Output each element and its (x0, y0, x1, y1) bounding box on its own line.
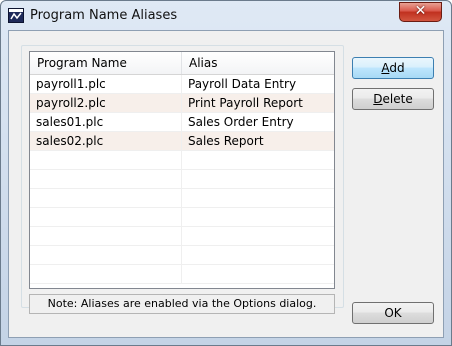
close-button[interactable]: ✕ (399, 2, 442, 22)
program-name-cell: sales02.plc (30, 132, 182, 151)
add-button-label-suffix: dd (389, 61, 405, 75)
app-window-icon (8, 8, 24, 23)
table-row[interactable]: sales02.plc Sales Report (30, 132, 334, 151)
title-bar[interactable]: Program Name Aliases ✕ (1, 1, 451, 31)
alias-cell (182, 246, 334, 265)
ok-button[interactable]: OK (352, 302, 434, 324)
alias-cell (182, 265, 334, 284)
alias-list[interactable]: Program Name Alias payroll1.plc Payroll … (29, 51, 335, 289)
empty-row (30, 208, 334, 227)
program-name-cell (30, 227, 182, 246)
alias-cell (182, 227, 334, 246)
add-button[interactable]: Add (352, 57, 434, 79)
alias-cell: Sales Report (188, 134, 264, 148)
empty-row (30, 189, 334, 208)
close-icon: ✕ (414, 3, 427, 19)
table-row[interactable]: sales01.plc Sales Order Entry (30, 113, 334, 132)
dialog-window: Program Name Aliases ✕ Program Name Alia… (0, 0, 452, 346)
table-row[interactable]: payroll1.plc Payroll Data Entry (30, 75, 334, 94)
program-name-cell: sales01.plc (30, 113, 182, 132)
delete-button-label-suffix: elete (382, 92, 413, 106)
alias-cell (182, 151, 334, 170)
program-name-cell (30, 208, 182, 227)
program-name-cell: payroll2.plc (30, 94, 182, 113)
program-name-cell (30, 265, 182, 284)
empty-row (30, 227, 334, 246)
list-rows: payroll1.plc Payroll Data Entry payroll2… (30, 75, 334, 284)
program-name-cell (30, 246, 182, 265)
alias-cell (182, 208, 334, 227)
window-title: Program Name Aliases (30, 8, 178, 23)
alias-cell: Sales Order Entry (188, 115, 294, 129)
alias-cell: Payroll Data Entry (188, 77, 297, 91)
program-name-cell: payroll1.plc (30, 75, 182, 94)
alias-cell: Print Payroll Report (188, 96, 303, 110)
dialog-client-area: Program Name Alias payroll1.plc Payroll … (8, 30, 444, 338)
program-name-cell (30, 151, 182, 170)
program-name-cell (30, 170, 182, 189)
column-header-alias[interactable]: Alias (182, 52, 334, 74)
column-header-program-name[interactable]: Program Name (30, 52, 182, 74)
options-note: Note: Aliases are enabled via the Option… (29, 294, 335, 314)
alias-cell (182, 189, 334, 208)
empty-row (30, 170, 334, 189)
alias-cell (182, 170, 334, 189)
program-name-cell (30, 189, 182, 208)
empty-row (30, 246, 334, 265)
empty-row (30, 151, 334, 170)
empty-row (30, 265, 334, 284)
list-header: Program Name Alias (30, 52, 334, 75)
delete-button[interactable]: Delete (352, 88, 434, 110)
table-row[interactable]: payroll2.plc Print Payroll Report (30, 94, 334, 113)
delete-button-mnemonic: D (373, 92, 383, 106)
